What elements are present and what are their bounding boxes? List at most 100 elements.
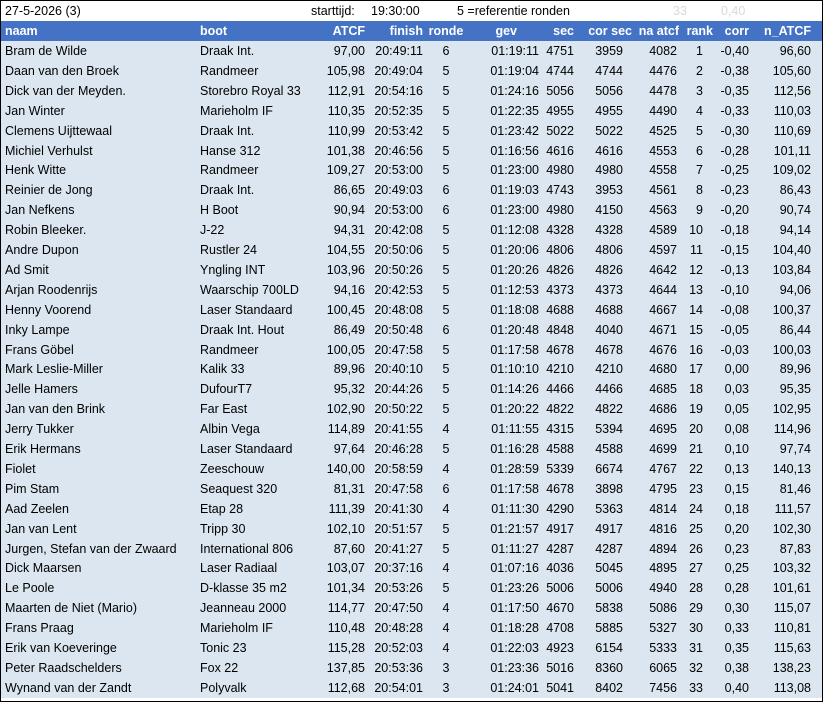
cell-naam[interactable]: Frans Göbel — [5, 340, 197, 360]
cell-finish[interactable]: 20:41:55 — [367, 419, 423, 439]
cell-atcf[interactable]: 101,38 — [313, 141, 365, 161]
cell-finish[interactable]: 20:49:11 — [367, 41, 423, 61]
cell-ronde[interactable]: 5 — [424, 141, 468, 161]
cell-finish[interactable]: 20:47:58 — [367, 479, 423, 499]
cell-n-atcf[interactable]: 95,35 — [751, 379, 811, 399]
cell-ronde[interactable]: 5 — [424, 81, 468, 101]
cell-na-atcf[interactable]: 4082 — [633, 41, 677, 61]
cell-gev[interactable]: 01:19:04 — [473, 61, 539, 81]
cell-boot[interactable]: Kalik 33 — [200, 359, 315, 379]
cell-boot[interactable]: International 806 — [200, 539, 315, 559]
header-cor-sec[interactable]: cor sec — [576, 21, 632, 41]
cell-corr[interactable]: 0,03 — [713, 379, 749, 399]
cell-rank[interactable]: 12 — [673, 260, 703, 280]
cell-naam[interactable]: Jan Nefkens — [5, 200, 197, 220]
cell-na-atcf[interactable]: 4553 — [633, 141, 677, 161]
cell-sec[interactable]: 4290 — [538, 499, 574, 519]
cell-corr[interactable]: 0,28 — [713, 578, 749, 598]
cell-na-atcf[interactable]: 4644 — [633, 280, 677, 300]
cell-finish[interactable]: 20:48:08 — [367, 300, 423, 320]
cell-naam[interactable]: Jan Winter — [5, 101, 197, 121]
cell-corr[interactable]: -0,38 — [713, 61, 750, 81]
cell-n-atcf[interactable]: 94,06 — [751, 280, 811, 300]
cell-boot[interactable]: Rustler 24 — [200, 240, 315, 260]
cell-boot[interactable]: Marieholm IF — [200, 101, 315, 121]
cell-n-atcf[interactable]: 115,07 — [751, 598, 811, 618]
cell-cor-sec[interactable]: 5885 — [576, 618, 623, 638]
cell-atcf[interactable]: 100,05 — [313, 340, 365, 360]
cell-finish[interactable]: 20:52:35 — [367, 101, 423, 121]
cell-naam[interactable]: Jurgen, Stefan van der Zwaard — [5, 539, 197, 559]
cell-naam[interactable]: Henk Witte — [5, 160, 197, 180]
header-boot[interactable]: boot — [200, 21, 315, 41]
cell-atcf[interactable]: 111,39 — [313, 499, 365, 519]
cell-ronde[interactable]: 3 — [424, 678, 468, 698]
cell-gev[interactable]: 01:24:16 — [473, 81, 539, 101]
cell-finish[interactable]: 20:53:00 — [367, 200, 423, 220]
cell-ronde[interactable]: 5 — [424, 61, 468, 81]
cell-atcf[interactable]: 87,60 — [313, 539, 365, 559]
cell-rank[interactable]: 21 — [673, 439, 703, 459]
cell-sec[interactable]: 4980 — [538, 160, 574, 180]
cell-corr[interactable]: 0,00 — [713, 359, 749, 379]
header-rank[interactable]: rank — [673, 21, 713, 41]
cell-ronde[interactable]: 4 — [424, 618, 468, 638]
cell-finish[interactable]: 20:42:53 — [367, 280, 423, 300]
cell-ronde[interactable]: 5 — [424, 539, 468, 559]
header-finish[interactable]: finish — [367, 21, 423, 41]
cell-cor-sec[interactable]: 4688 — [576, 300, 623, 320]
cell-sec[interactable]: 4616 — [538, 141, 574, 161]
cell-rank[interactable]: 28 — [673, 578, 703, 598]
cell-ronde[interactable]: 5 — [424, 260, 468, 280]
cell-finish[interactable]: 20:53:42 — [367, 121, 423, 141]
cell-naam[interactable]: Henny Voorend — [5, 300, 197, 320]
cell-cor-sec[interactable]: 5006 — [576, 578, 623, 598]
cell-finish[interactable]: 20:41:30 — [367, 499, 423, 519]
cell-na-atcf[interactable]: 5327 — [633, 618, 677, 638]
cell-n-atcf[interactable]: 100,03 — [751, 340, 811, 360]
cell-n-atcf[interactable]: 140,13 — [751, 459, 811, 479]
cell-cor-sec[interactable]: 4328 — [576, 220, 623, 240]
cell-naam[interactable]: Mark Leslie-Miller — [5, 359, 197, 379]
cell-cor-sec[interactable]: 4822 — [576, 399, 623, 419]
cell-corr[interactable]: -0,08 — [713, 300, 750, 320]
cell-finish[interactable]: 20:53:26 — [367, 578, 423, 598]
cell-corr[interactable]: 0,13 — [713, 459, 749, 479]
cell-finish[interactable]: 20:47:58 — [367, 340, 423, 360]
cell-finish[interactable]: 20:46:56 — [367, 141, 423, 161]
cell-boot[interactable]: Laser Standaard — [200, 439, 315, 459]
cell-boot[interactable]: Randmeer — [200, 340, 315, 360]
cell-sec[interactable]: 4036 — [538, 558, 574, 578]
cell-na-atcf[interactable]: 4795 — [633, 479, 677, 499]
cell-boot[interactable]: Storebro Royal 33 — [200, 81, 315, 101]
cell-rank[interactable]: 20 — [673, 419, 703, 439]
cell-ronde[interactable]: 5 — [424, 578, 468, 598]
cell-atcf[interactable]: 114,77 — [313, 598, 365, 618]
cell-na-atcf[interactable]: 4642 — [633, 260, 677, 280]
cell-gev[interactable]: 01:23:42 — [473, 121, 539, 141]
cell-atcf[interactable]: 114,89 — [313, 419, 365, 439]
cell-corr[interactable]: -0,10 — [713, 280, 750, 300]
cell-sec[interactable]: 4315 — [538, 419, 574, 439]
cell-atcf[interactable]: 110,35 — [313, 101, 365, 121]
cell-ronde[interactable]: 6 — [424, 41, 468, 61]
cell-rank[interactable]: 15 — [673, 320, 703, 340]
cell-rank[interactable]: 8 — [673, 180, 703, 200]
cell-ronde[interactable]: 5 — [424, 160, 468, 180]
cell-cor-sec[interactable]: 4616 — [576, 141, 623, 161]
cell-ronde[interactable]: 5 — [424, 101, 468, 121]
cell-sec[interactable]: 4806 — [538, 240, 574, 260]
cell-finish[interactable]: 20:50:26 — [367, 260, 423, 280]
cell-ronde[interactable]: 5 — [424, 359, 468, 379]
cell-na-atcf[interactable]: 5086 — [633, 598, 677, 618]
cell-naam[interactable]: Jelle Hamers — [5, 379, 197, 399]
cell-naam[interactable]: Daan van den Broek — [5, 61, 197, 81]
cell-atcf[interactable]: 94,31 — [313, 220, 365, 240]
cell-ronde[interactable]: 5 — [424, 379, 468, 399]
cell-cor-sec[interactable]: 5022 — [576, 121, 623, 141]
cell-cor-sec[interactable]: 5045 — [576, 558, 623, 578]
cell-gev[interactable]: 01:12:08 — [473, 220, 539, 240]
cell-cor-sec[interactable]: 8402 — [576, 678, 623, 698]
cell-sec[interactable]: 4373 — [538, 280, 574, 300]
cell-finish[interactable]: 20:49:03 — [367, 180, 423, 200]
